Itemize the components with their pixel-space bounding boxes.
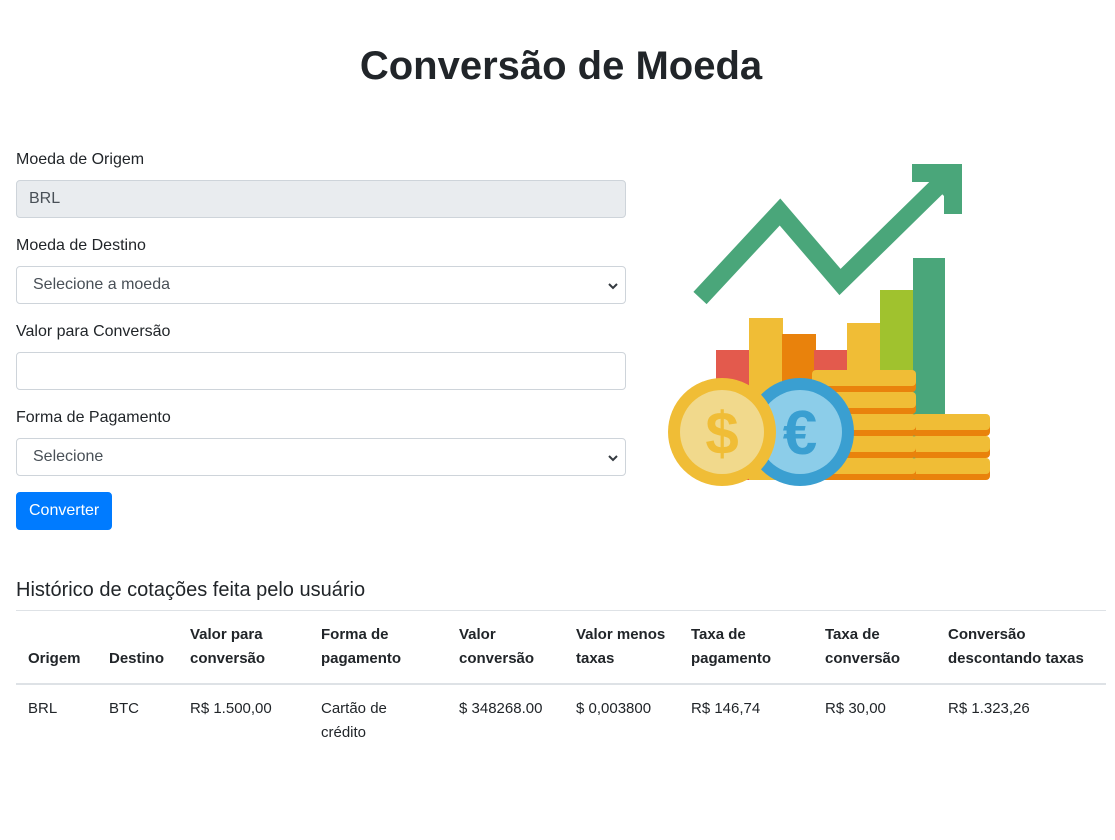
table-row: BRL BTC R$ 1.500,00 Cartão de crédito $ … — [16, 684, 1106, 757]
destination-select[interactable]: Selecione a moeda — [16, 266, 626, 304]
svg-text:$: $ — [705, 400, 738, 467]
cell-taxa-conversao: R$ 30,00 — [825, 700, 886, 717]
origin-label: Moeda de Origem — [16, 151, 145, 168]
chevron-down-icon — [608, 283, 618, 290]
cell-destino: BTC — [109, 700, 139, 717]
history-title: Histórico de cotações feita pelo usuário — [16, 579, 366, 601]
table-header-row: Origem Destino Valor para conversão Form… — [16, 610, 1106, 685]
payment-label: Forma de Pagamento — [16, 409, 171, 426]
col-taxa-conversao: Taxa de conversão — [813, 610, 936, 685]
svg-text:€: € — [783, 399, 817, 468]
destination-selected: Selecione a moeda — [33, 276, 170, 293]
col-valor: Valor para conversão — [178, 610, 309, 685]
amount-input[interactable] — [16, 352, 626, 390]
convert-button[interactable]: Converter — [16, 492, 113, 530]
payment-select[interactable]: Selecione — [16, 438, 626, 476]
col-valor-conversao: Valor conversão — [447, 610, 564, 685]
col-origem: Origem — [16, 610, 97, 685]
chevron-down-icon — [608, 455, 618, 462]
cell-taxa-pagamento: R$ 146,74 — [691, 700, 761, 717]
finance-growth-icon: € $ — [668, 164, 990, 486]
cell-valor-conversao: $ 348268.00 — [459, 700, 543, 717]
destination-label: Moeda de Destino — [16, 237, 146, 254]
col-destino: Destino — [97, 610, 178, 685]
origin-value: BRL — [29, 190, 61, 207]
amount-label: Valor para Conversão — [16, 323, 171, 340]
origin-field[interactable]: BRL — [16, 180, 626, 218]
cell-valor: R$ 1.500,00 — [190, 700, 272, 717]
cell-conversao-descontando: R$ 1.323,26 — [948, 700, 1030, 717]
cell-valor-menos-taxas: $ 0,003800 — [576, 700, 652, 717]
conversion-form: Moeda de Origem BRL Moeda de Destino Sel… — [16, 148, 626, 530]
col-valor-menos-taxas: Valor menos taxas — [564, 610, 679, 685]
col-forma: Forma de pagamento — [309, 610, 447, 685]
col-taxa-pagamento: Taxa de pagamento — [679, 610, 813, 685]
col-conversao-descontando: Conversão descontando taxas — [936, 610, 1106, 685]
cell-forma: Cartão de crédito — [321, 700, 387, 741]
cell-origem: BRL — [28, 700, 58, 717]
payment-selected: Selecione — [33, 448, 104, 465]
history-table: Origem Destino Valor para conversão Form… — [16, 610, 1106, 757]
page-title: Conversão de Moeda — [359, 44, 763, 88]
